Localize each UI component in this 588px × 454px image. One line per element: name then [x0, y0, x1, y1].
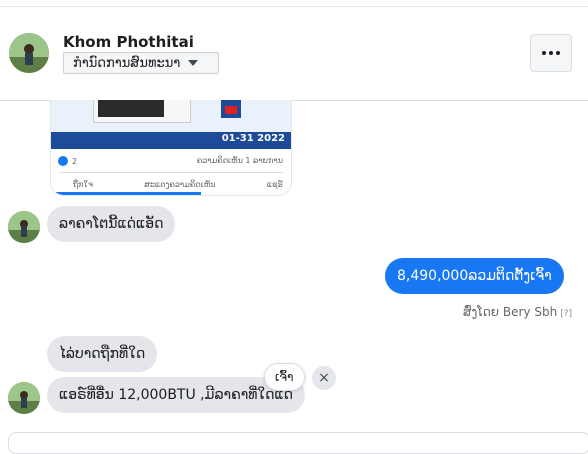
share-action[interactable]: ແຊຣ໌ — [267, 180, 283, 189]
sent-by-label: ສົ່ງໂດຍ Bery Sbh [?] — [463, 305, 572, 319]
sent-by-help[interactable]: [?] — [560, 309, 572, 319]
more-dots-icon — [556, 51, 560, 55]
sent-by-text: ສົ່ງໂດຍ Bery Sbh — [463, 305, 558, 319]
card-divider — [59, 172, 283, 173]
sender-avatar[interactable] — [8, 382, 40, 414]
contact-avatar[interactable] — [9, 33, 49, 73]
incoming-message-bubble[interactable]: ລາຄາໂຕນີ້ແດ່ແອັດ — [47, 206, 176, 242]
conversation-header: Khom Phothitai ກຳນົດການສົນທະນາ — [0, 0, 588, 101]
like-action[interactable]: ຖືກໃຈ — [73, 180, 93, 189]
shared-post-card[interactable]: 01-31 2022 2 ຄວາມຄິດເຫັນ 1 ລາຍການ ຖືກໃຈ … — [50, 100, 292, 196]
sender-avatar[interactable] — [8, 211, 40, 243]
contact-name[interactable]: Khom Phothitai — [63, 33, 194, 51]
comment-action[interactable]: ສະແດງຄວາມຄິດເຫັນ — [144, 180, 215, 189]
microwave-image — [93, 100, 191, 123]
close-icon[interactable]: × — [312, 366, 336, 390]
outgoing-message-bubble[interactable]: 8,490,000ລວມຕິດຕັ້ງເຈົ້າ — [385, 258, 564, 294]
shared-post-image: 01-31 2022 — [51, 100, 291, 149]
caret-down-icon — [188, 60, 199, 66]
more-dots-icon — [549, 51, 553, 55]
header-divider — [0, 6, 588, 7]
card-progress-bar — [51, 192, 201, 195]
quick-reply-chip[interactable]: ເຈົ້າ — [264, 363, 305, 391]
incoming-message-bubble[interactable]: ໄລ່ບາດຖືກທີ່ໃດ — [47, 336, 158, 372]
promo-date: 01-31 2022 — [221, 133, 285, 144]
reaction-count[interactable]: 2 — [58, 156, 77, 166]
promo-tag-accent — [225, 106, 237, 114]
manage-conversation-label: ກຳນົດການສົນທະນາ — [73, 55, 181, 71]
post-actions: ຖືກໃຈ ສະແດງຄວາມຄິດເຫັນ ແຊຣ໌ — [73, 180, 283, 189]
like-reaction-icon — [58, 156, 68, 166]
more-options-button[interactable] — [530, 34, 572, 72]
comments-count[interactable]: ຄວາມຄິດເຫັນ 1 ລາຍການ — [197, 156, 283, 165]
reaction-count-label: 2 — [72, 156, 78, 166]
manage-conversation-dropdown[interactable]: ກຳນົດການສົນທະນາ — [63, 52, 219, 74]
more-dots-icon — [542, 51, 546, 55]
message-composer[interactable] — [8, 432, 588, 454]
